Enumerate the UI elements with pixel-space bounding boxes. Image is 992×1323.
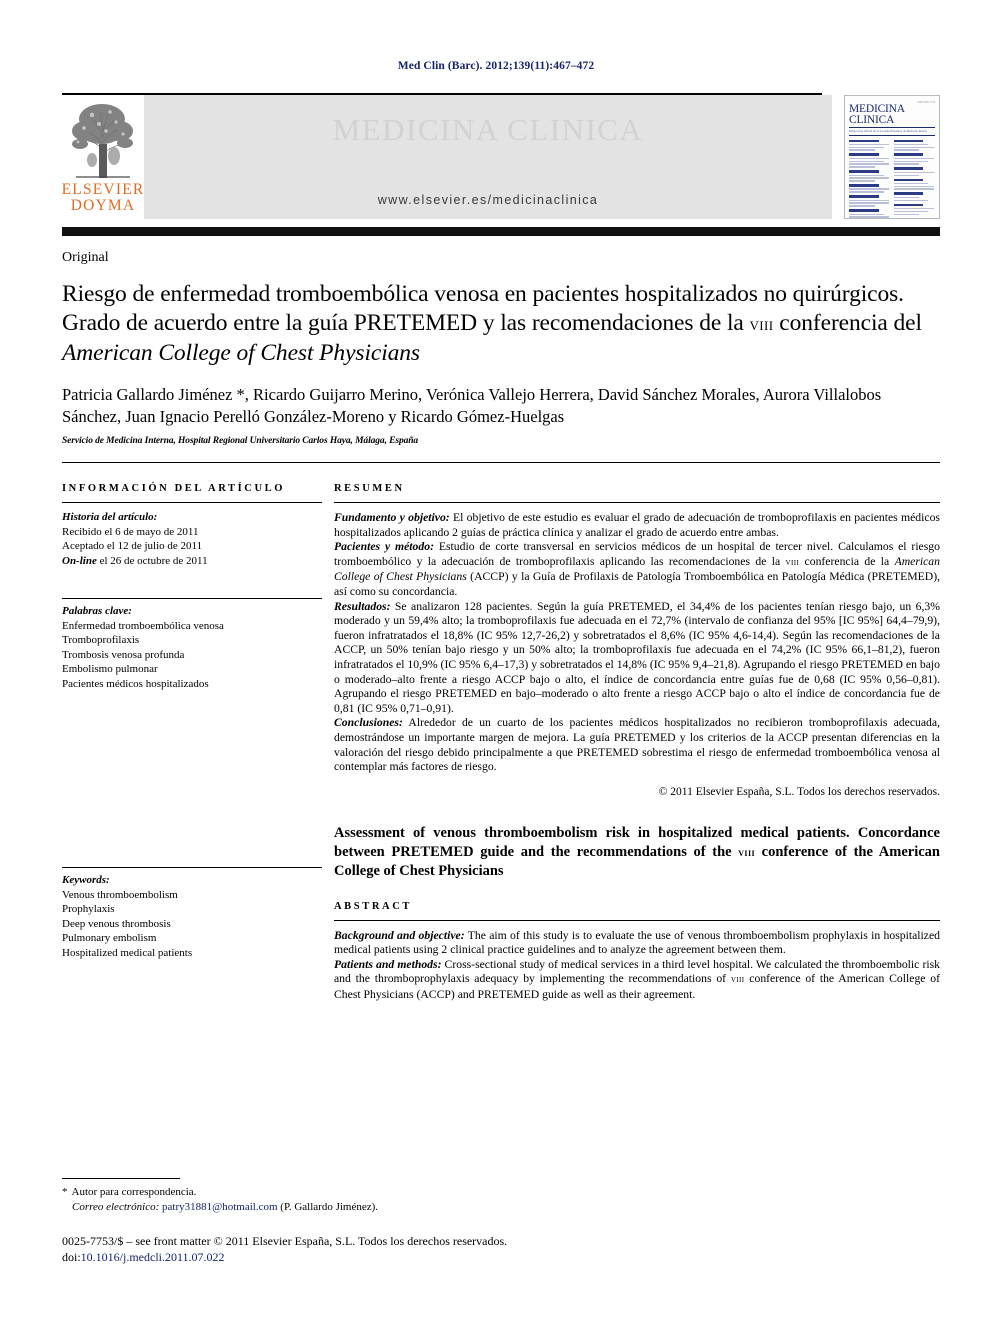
abstract-es-results: Resultados: Se analizaron 128 pacientes.… [334,600,940,717]
title-roman-numeral: viii [749,314,774,335]
info-panel-heading: INFORMACIÓN DEL ARTÍCULO [62,483,286,494]
abstract-es-objective: Fundamento y objetivo: El objetivo de es… [334,511,940,540]
keywords-rule [62,598,322,599]
english-title-roman-numeral: viii [738,844,755,859]
keywords-en-label: Keywords: [62,874,110,886]
results-label: Resultados: [334,599,391,613]
abstract-en-objective: Background and objective: The aim of thi… [334,929,940,958]
article-head: Original Riesgo de enfermedad tromboembó… [62,236,940,463]
online-label: On-line [62,554,97,567]
keyword-item: Embolismo pulmonar [62,663,158,675]
cover-rule-2 [849,135,935,136]
abstract-heading: ABSTRACT [334,900,412,912]
issn-line: 0025-7753/$ – see front matter © 2011 El… [62,1234,508,1248]
corresponding-label: Autor para correspondencia. [71,1186,197,1198]
article-history: Historia del artículo: Recibido el 6 de … [62,510,322,568]
elsevier-tree-icon [66,98,140,182]
en-methods-roman-numeral: viii [730,974,745,986]
elsevier-wordmark-line2: DOYMA [70,197,136,214]
keywords-es-label: Palabras clave: [62,605,132,617]
abstract-rule [334,919,940,921]
conclusions-label: Conclusiones: [334,716,403,730]
info-panel-gap-en [62,691,322,867]
email-link[interactable]: patry31881@hotmail.com [162,1201,278,1213]
title-journal-italic: American College of Chest Physicians [62,340,420,366]
online-date: el 26 de octubre de 2011 [96,554,208,567]
issn-copyright-block: 0025-7753/$ – see front matter © 2011 El… [62,1233,940,1265]
keyword-item: Enfermedad tromboembólica venosa [62,619,224,632]
doi-line: doi:10.1016/j.medcli.2011.07.022 [62,1249,940,1265]
elsevier-logo: ELSEVIER DOYMA [62,95,144,219]
history-label: Historia del artículo: [62,511,158,523]
keyword-item-en: Deep venous thrombosis [62,917,171,930]
email-label: Correo electrónico: [72,1201,160,1213]
keyword-item-en: Prophylaxis [62,903,115,915]
elsevier-wordmark-line1: ELSEVIER [61,181,145,198]
header-dark-bar [62,227,940,236]
cover-contents-col-right [893,137,936,218]
author-list: Patricia Gallardo Jiménez *, Ricardo Gui… [62,385,882,426]
footnote-rule [62,1178,180,1179]
en-objective-label: Background and objective: [334,928,465,942]
email-owner: (P. Gallardo Jiménez). [277,1201,379,1213]
abstract-en: Background and objective: The aim of thi… [334,929,940,1003]
keyword-item: Tromboprofilaxis [62,634,140,646]
affiliation: Servicio de Medicina Interna, Hospital R… [62,436,419,446]
doi-link[interactable]: 10.1016/j.medcli.2011.07.022 [81,1250,225,1264]
journal-masthead: MEDICINA CLINICA www.elsevier.es/medicin… [144,95,832,219]
masthead-title: MEDICINA CLINICA [332,112,644,147]
keywords-en: Keywords: Venous thromboembolism Prophyl… [62,873,322,960]
page-title: Riesgo de enfermedad tromboembólica veno… [62,280,940,368]
english-title: Assessment of venous thromboembolism ris… [334,824,940,881]
journal-cover-thumbnail: ISSN 0025-7753 MEDICINA CLINICA Publicac… [844,95,940,219]
keyword-item: Trombosis venosa profunda [62,648,185,661]
abstract-column: RESUMEN Fundamento y objetivo: El objeti… [334,483,940,1003]
page-footer: * Autor para correspondencia. Correo elec… [62,1178,940,1265]
corresponding-marker: * [62,1186,68,1198]
abstract-es: Fundamento y objetivo: El objetivo de es… [334,511,940,775]
cover-subline: Publicación Oficial de la Sociedad Españ… [849,129,928,133]
cover-title-line2: CLINICA [849,114,895,126]
article-info-panel: INFORMACIÓN DEL ARTÍCULO Historia del ar… [62,483,334,1003]
methods-text-b: conferencia de la [799,554,895,568]
keywords-es: Palabras clave: Enfermedad tromboembólic… [62,604,322,691]
results-text: Se analizaron 128 pacientes. Según la gu… [334,599,940,715]
objective-label: Fundamento y objetivo: [334,511,450,524]
info-panel-rule [62,502,322,503]
resumen-heading: RESUMEN [334,483,405,494]
info-panel-gap [62,568,322,598]
en-methods-label: Patients and methods: [334,957,442,971]
doi-label: doi: [62,1250,81,1264]
abstract-es-methods: Pacientes y método: Estudio de corte tra… [334,540,940,599]
methods-roman-numeral: viii [785,556,800,568]
cover-rule [849,127,935,128]
keyword-item: Pacientes médicos hospitalizados [62,677,209,690]
abstract-en-methods: Patients and methods: Cross-sectional st… [334,958,940,1003]
resumen-rule [334,502,940,503]
article-body: INFORMACIÓN DEL ARTÍCULO Historia del ar… [62,463,940,1003]
methods-label: Pacientes y método: [334,540,434,554]
cover-contents [849,137,936,218]
copyright-line: © 2011 Elsevier España, S.L. Todos los d… [658,785,940,798]
history-accepted: Aceptado el 12 de julio de 2011 [62,540,203,552]
title-text-part2: conferencia del [773,310,922,336]
keyword-item-en: Pulmonary embolism [62,932,157,944]
cover-contents-col-left [849,137,891,218]
journal-url[interactable]: www.elsevier.es/medicinaclinica [144,193,832,207]
history-received: Recibido el 6 de mayo de 2011 [62,525,199,538]
abstract-es-conclusions: Conclusiones: Alrededor de un cuarto de … [334,716,940,774]
conclusions-text: Alrededor de un cuarto de los pacientes … [334,716,940,774]
corresponding-author-note: * Autor para correspondencia. Correo elec… [62,1185,940,1215]
journal-header: ELSEVIER DOYMA MEDICINA CLINICA www.else… [62,93,940,236]
keyword-item-en: Venous thromboembolism [62,888,178,901]
keyword-item-en: Hospitalized medical patients [62,946,193,959]
running-head: Med Clin (Barc). 2012;139(11):467–472 [397,60,595,72]
article-kind: Original [62,250,109,265]
history-online: On-line el 26 de octubre de 2011 [62,554,322,569]
article-first-page: Med Clin (Barc). 2012;139(11):467–472 EL… [0,0,992,1323]
keywords-en-rule [62,867,322,868]
